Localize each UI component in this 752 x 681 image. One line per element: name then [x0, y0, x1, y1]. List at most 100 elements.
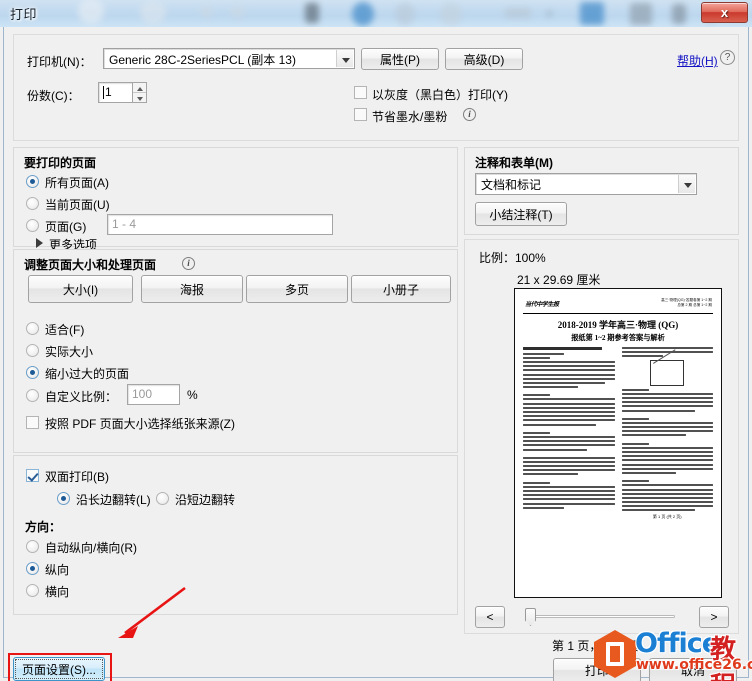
document-preview-content: 当代中学生报 高三·物理(QG)·答题卷第 1~2 期 总第 2 期 总第 1~… [523, 298, 713, 588]
document-title: 2018-2019 学年高三·物理 (QG) [557, 320, 679, 330]
radio-orientation-landscape[interactable] [26, 584, 39, 597]
radio-orientation-auto-label[interactable]: 自动纵向/横向(R) [45, 539, 137, 556]
page-setup-label: 页面设置(S)... [22, 662, 96, 677]
custom-scale-value: 100 [132, 387, 153, 401]
watermark-cn-text: 教程网 [710, 635, 737, 681]
aero-glass-blur [0, 0, 752, 27]
radio-current-page-label[interactable]: 当前页面(U) [45, 196, 110, 213]
radio-custom-scale[interactable] [26, 389, 39, 402]
radio-shrink-oversized-label[interactable]: 缩小过大的页面 [45, 365, 129, 382]
preview-next-page-button[interactable]: > [699, 606, 729, 628]
document-logo: 当代中学生报 [525, 302, 559, 308]
copies-stepper[interactable] [132, 82, 147, 103]
page-range-placeholder: 1 - 4 [112, 217, 137, 231]
printer-properties-button[interactable]: 属性(P) [361, 48, 439, 70]
printer-label: 打印机(N)： [27, 55, 92, 69]
preview-scale-label: 比例：100% [479, 251, 546, 265]
title-bar: 打印 x [0, 0, 752, 27]
copies-stepper-down[interactable] [133, 93, 146, 103]
help-link[interactable]: 帮助(H) [677, 52, 718, 69]
copies-stepper-up[interactable] [133, 83, 146, 93]
radio-shrink-oversized[interactable] [26, 366, 39, 379]
close-button[interactable]: x [701, 2, 748, 23]
more-options-chevron-icon[interactable] [36, 238, 43, 248]
radio-flip-long-edge-label[interactable]: 沿长边翻转(L) [76, 491, 151, 508]
page-preview[interactable]: 当代中学生报 高三·物理(QG)·答题卷第 1~2 期 总第 2 期 总第 1~… [514, 288, 722, 598]
sizing-tab-multiple[interactable]: 多页 [246, 275, 348, 303]
paper-source-checkbox[interactable] [26, 416, 39, 429]
radio-flip-short-edge-label[interactable]: 沿短边翻转 [175, 491, 235, 508]
duplex-checkbox[interactable] [26, 469, 39, 482]
radio-orientation-portrait-label[interactable]: 纵向 [45, 561, 69, 578]
comments-chevron-down-icon[interactable] [678, 175, 695, 193]
document-header: 当代中学生报 高三·物理(QG)·答题卷第 1~2 期 总第 2 期 总第 1~… [523, 298, 713, 314]
close-icon: x [720, 5, 729, 20]
preview-page-slider-track[interactable] [527, 615, 675, 618]
preview-page-slider-thumb[interactable] [525, 608, 536, 626]
watermark-office-text: Office [635, 630, 720, 659]
watermark-url-text: www.office26.com [636, 657, 752, 673]
printer-advanced-button[interactable]: 高级(D) [445, 48, 523, 70]
comments-forms-select[interactable]: 文档和标记 [475, 173, 697, 195]
document-header-right: 高三·物理(QG)·答题卷第 1~2 期 总第 2 期 总第 1~2 期 [661, 298, 712, 308]
document-footer: 第 1 页 (共 2 页) [652, 514, 682, 520]
printer-select[interactable]: Generic 28C-2SeriesPCL (副本 13) [103, 48, 355, 69]
save-ink-checkbox[interactable] [354, 108, 367, 121]
preview-paper-size: 21 x 29.69 厘米 [517, 273, 601, 287]
radio-actual-size[interactable] [26, 344, 39, 357]
summarize-comments-button[interactable]: 小结注释(T) [475, 202, 567, 226]
save-ink-label[interactable]: 节省墨水/墨粉 [372, 108, 447, 125]
printer-advanced-label: 高级(D) [463, 52, 505, 67]
radio-page-range[interactable] [26, 219, 39, 232]
grayscale-checkbox[interactable] [354, 86, 367, 99]
pages-to-print-group: 要打印的页面 所有页面(A) 当前页面(U) 页面(G) 1 - 4 更多选项 [13, 147, 458, 252]
sizing-tab-size-label: 大小(I) [62, 282, 99, 297]
page-setup-button[interactable]: 页面设置(S)... [13, 657, 105, 681]
grayscale-label[interactable]: 以灰度（黑白色）打印(Y) [372, 86, 508, 103]
sizing-tab-booklet[interactable]: 小册子 [351, 275, 451, 303]
copies-value: 1 [105, 85, 112, 99]
radio-page-range-label[interactable]: 页面(G) [45, 218, 86, 235]
copies-input[interactable]: 1 [98, 82, 133, 103]
duplex-orientation-group: 双面打印(B) 沿长边翻转(L) 沿短边翻转 方向： 自动纵向/横向(R) 纵向… [13, 455, 458, 615]
radio-fit[interactable] [26, 322, 39, 335]
radio-all-pages-label[interactable]: 所有页面(A) [45, 174, 109, 191]
paper-source-label[interactable]: 按照 PDF 页面大小选择纸张来源(Z) [45, 415, 235, 432]
page-range-input[interactable]: 1 - 4 [107, 214, 333, 235]
watermark: Office 教程网 www.office26.com [588, 630, 752, 681]
radio-current-page[interactable] [26, 197, 39, 210]
sizing-tab-poster[interactable]: 海报 [141, 275, 243, 303]
page-sizing-info-icon[interactable]: i [182, 257, 195, 270]
duplex-label[interactable]: 双面打印(B) [45, 468, 109, 485]
radio-flip-long-edge[interactable] [57, 492, 70, 505]
custom-scale-input[interactable]: 100 [127, 384, 180, 405]
save-ink-info-icon[interactable]: i [463, 108, 476, 121]
comments-forms-select-value: 文档和标记 [481, 178, 542, 192]
radio-actual-size-label[interactable]: 实际大小 [45, 343, 93, 360]
radio-orientation-portrait[interactable] [26, 562, 39, 575]
printer-properties-label: 属性(P) [380, 52, 420, 67]
sizing-tab-size[interactable]: 大小(I) [28, 275, 133, 303]
radio-flip-short-edge[interactable] [156, 492, 169, 505]
page-sizing-group: 调整页面大小和处理页面 i 大小(I) 海报 多页 小册子 适合(F) 实际大小… [13, 249, 458, 453]
watermark-office-hex-icon [594, 630, 636, 678]
radio-orientation-landscape-label[interactable]: 横向 [45, 583, 69, 600]
radio-custom-scale-label[interactable]: 自定义比例： [45, 388, 117, 405]
radio-all-pages[interactable] [26, 175, 39, 188]
printer-panel: 打印机(N)： Generic 28C-2SeriesPCL (副本 13) 属… [13, 34, 739, 141]
dialog-client-area: 打印机(N)： Generic 28C-2SeriesPCL (副本 13) 属… [3, 27, 749, 681]
print-dialog-window: 打印 x 打印机(N)： Generic 28C-2SeriesPCL (副本 … [0, 0, 752, 681]
preview-prev-page-button[interactable]: < [475, 606, 505, 628]
preview-panel: 比例：100% 21 x 29.69 厘米 当代中学生报 高三·物理(QG)·答… [464, 239, 739, 634]
help-icon[interactable]: ? [720, 50, 735, 65]
window-title: 打印 [10, 7, 38, 22]
page-sizing-title: 调整页面大小和处理页面 [24, 258, 157, 272]
percent-symbol: % [187, 388, 198, 402]
document-column-right: 第 1 页 (共 2 页) [621, 347, 713, 520]
pages-to-print-title: 要打印的页面 [24, 156, 97, 170]
document-column-left [523, 347, 615, 520]
orientation-label: 方向： [25, 520, 62, 534]
chevron-down-icon[interactable] [336, 50, 353, 67]
radio-fit-label[interactable]: 适合(F) [45, 321, 84, 338]
radio-orientation-auto[interactable] [26, 540, 39, 553]
